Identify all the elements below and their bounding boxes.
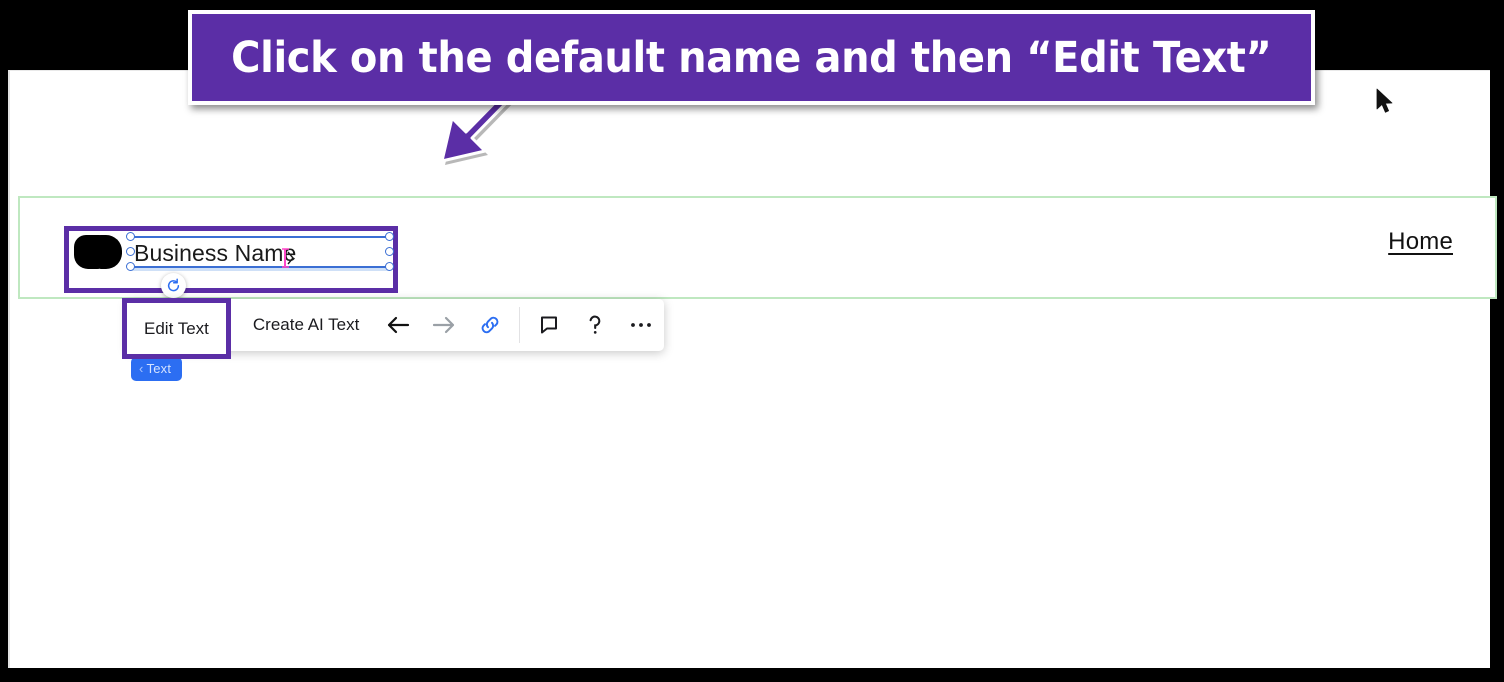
website-canvas: Home Business Name Edit Text Create AI T… — [8, 70, 1497, 668]
resize-handle-top-left[interactable] — [126, 232, 135, 241]
logo-mark-icon[interactable] — [74, 235, 126, 269]
instruction-banner-text: Click on the default name and then “Edit… — [231, 32, 1272, 83]
help-icon[interactable] — [572, 299, 618, 351]
edit-text-button[interactable]: Edit Text — [122, 298, 231, 359]
business-name-text-field[interactable]: Business Name — [131, 236, 389, 271]
instruction-banner: Click on the default name and then “Edit… — [188, 10, 1315, 105]
chevron-left-icon: ‹ — [139, 361, 144, 376]
resize-handle-bottom-right[interactable] — [385, 262, 394, 271]
more-options-icon[interactable] — [618, 299, 664, 351]
comment-icon[interactable] — [526, 299, 572, 351]
business-name-value: Business Name — [134, 240, 297, 266]
rotate-counterclockwise-icon[interactable] — [161, 273, 186, 298]
nav-link-home[interactable]: Home — [1388, 228, 1453, 256]
editor-toolbar: Edit Text Create AI Text — [122, 298, 665, 359]
logo-shape-right — [99, 235, 122, 269]
breadcrumb-pill-text[interactable]: ‹ Text — [131, 357, 183, 381]
resize-handle-middle-left[interactable] — [126, 247, 135, 256]
breadcrumb-pill-label: Text — [146, 361, 172, 376]
link-icon[interactable] — [467, 299, 513, 351]
resize-handle-top-right[interactable] — [385, 232, 394, 241]
resize-handle-bottom-left[interactable] — [126, 262, 135, 271]
arrow-forward-icon[interactable] — [421, 299, 467, 351]
toolbar-divider — [519, 307, 521, 343]
logo-and-name-block[interactable]: Business Name — [64, 226, 398, 298]
arrow-back-icon[interactable] — [375, 299, 421, 351]
create-ai-text-button[interactable]: Create AI Text — [231, 299, 375, 351]
resize-handle-middle-right[interactable] — [385, 247, 394, 256]
